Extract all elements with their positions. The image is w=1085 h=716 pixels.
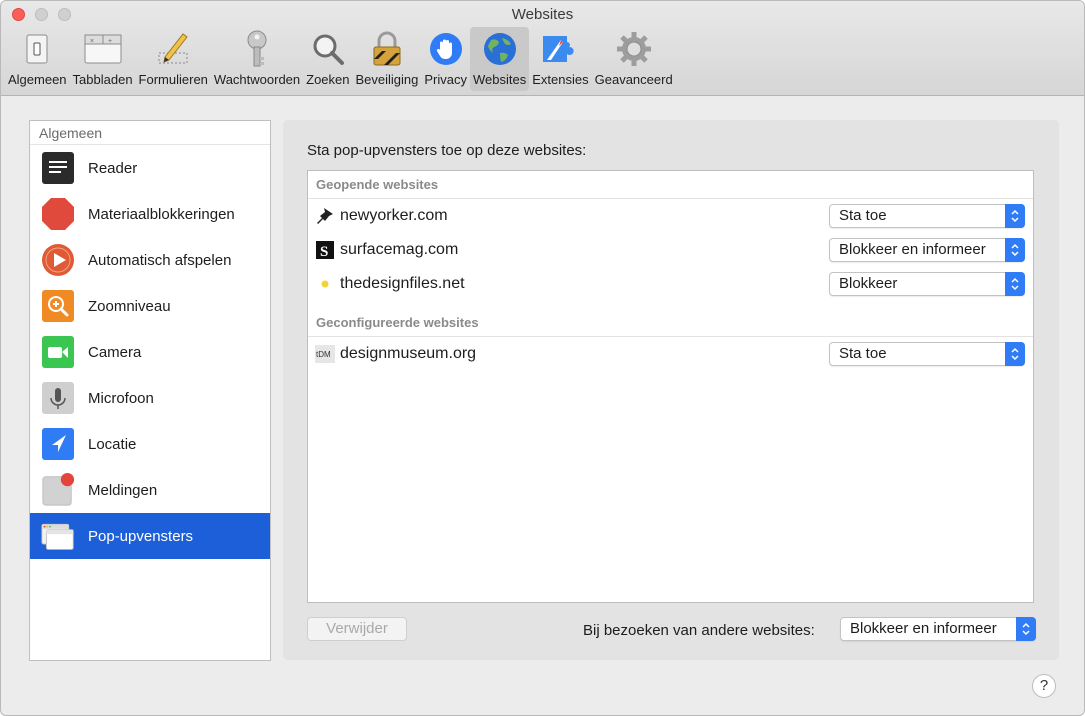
dot-favicon-icon [315,274,335,294]
reader-icon [41,151,75,185]
other-websites-select[interactable]: Blokkeer en informeer [840,617,1036,641]
site-setting-select[interactable]: Sta toe [829,342,1025,366]
sidebar-item-materiaalblokkeringen[interactable]: Materiaalblokkeringen [30,191,270,237]
tab-beveiliging[interactable]: Beveiliging [353,27,422,91]
remove-button[interactable]: Verwijder [307,617,407,641]
svg-text:S: S [320,244,328,259]
camera-icon [41,335,75,369]
window-title: Websites [511,6,574,23]
sidebar-item-microfoon[interactable]: Microfoon [30,375,270,421]
chevron-up-down-icon [1005,342,1025,366]
sidebar-item-pop-upvensters[interactable]: Pop-upvensters [30,513,270,559]
play-icon [41,243,75,277]
help-button[interactable]: ? [1032,674,1056,698]
notifications-icon [41,473,75,507]
tab-tabbladen[interactable]: × + Tabbladen [70,27,136,91]
site-row[interactable]: tDM designmuseum.org Sta toe [308,337,1033,371]
globe-icon [481,30,519,68]
site-setting-select[interactable]: Blokkeer en informeer [829,238,1025,262]
svg-text:×: × [90,38,94,45]
websites-list[interactable]: Geopende websites newyorker.com Sta toe … [307,170,1034,603]
tab-extensies[interactable]: Extensies [529,27,591,91]
sidebar-item-meldingen[interactable]: Meldingen [30,467,270,513]
chevron-up-down-icon [1005,238,1025,262]
tab-formulieren[interactable]: Formulieren [136,27,211,91]
pencil-form-icon [154,30,192,68]
switch-icon [18,30,56,68]
sidebar-item-zoomniveau[interactable]: Zoomniveau [30,283,270,329]
site-row[interactable]: newyorker.com Sta toe [308,199,1033,233]
lock-icon [368,30,406,68]
sidebar-header: Algemeen [30,121,270,145]
microphone-icon [41,381,75,415]
tab-algemeen[interactable]: Algemeen [5,27,70,91]
tab-zoeken[interactable]: Zoeken [303,27,352,91]
site-setting-select[interactable]: Sta toe [829,204,1025,228]
chevron-up-down-icon [1016,617,1036,641]
dm-favicon-icon: tDM [315,344,335,364]
svg-text:tDM: tDM [316,350,331,359]
preferences-toolbar: Algemeen × + Tabbladen Formulieren Wachtw… [5,27,676,91]
svg-text:+: + [108,38,112,45]
pushpin-favicon-icon [315,206,335,226]
other-websites-label: Bij bezoeken van andere websites: [583,622,815,639]
location-icon [41,427,75,461]
site-row[interactable]: S surfacemag.com Blokkeer en informeer [308,233,1033,267]
websites-settings-panel: Sta pop-upvensters toe op deze websites:… [283,120,1059,660]
stop-sign-icon [41,197,75,231]
tab-wachtwoorden[interactable]: Wachtwoorden [211,27,303,91]
site-row[interactable]: thedesignfiles.net Blokkeer [308,267,1033,301]
hand-icon [427,30,465,68]
preferences-window: Websites Algemeen × + Tabbladen Formulier… [0,0,1085,716]
key-icon [238,30,276,68]
tab-privacy[interactable]: Privacy [421,27,470,91]
configured-websites-header: Geconfigureerde websites [308,309,1033,337]
sidebar-item-camera[interactable]: Camera [30,329,270,375]
sidebar-item-automatisch-afspelen[interactable]: Automatisch afspelen [30,237,270,283]
chevron-up-down-icon [1005,204,1025,228]
panel-title: Sta pop-upvensters toe op deze websites: [307,142,587,159]
magnifier-icon [309,30,347,68]
zoom-icon [41,289,75,323]
tab-geavanceerd[interactable]: Geavanceerd [592,27,676,91]
sidebar-item-locatie[interactable]: Locatie [30,421,270,467]
s-favicon-icon: S [315,240,335,260]
popup-windows-icon [41,519,75,553]
tabs-icon: × + [84,30,122,68]
title-bar: Websites Algemeen × + Tabbladen Formulier… [1,1,1084,96]
puzzle-icon [541,30,579,68]
open-websites-header: Geopende websites [308,171,1033,199]
sidebar-item-reader[interactable]: Reader [30,145,270,191]
chevron-up-down-icon [1005,272,1025,296]
gear-icon [615,30,653,68]
settings-sidebar: Algemeen Reader Materiaalblokkeringen Au… [29,120,271,661]
site-setting-select[interactable]: Blokkeer [829,272,1025,296]
tab-websites[interactable]: Websites [470,27,530,91]
